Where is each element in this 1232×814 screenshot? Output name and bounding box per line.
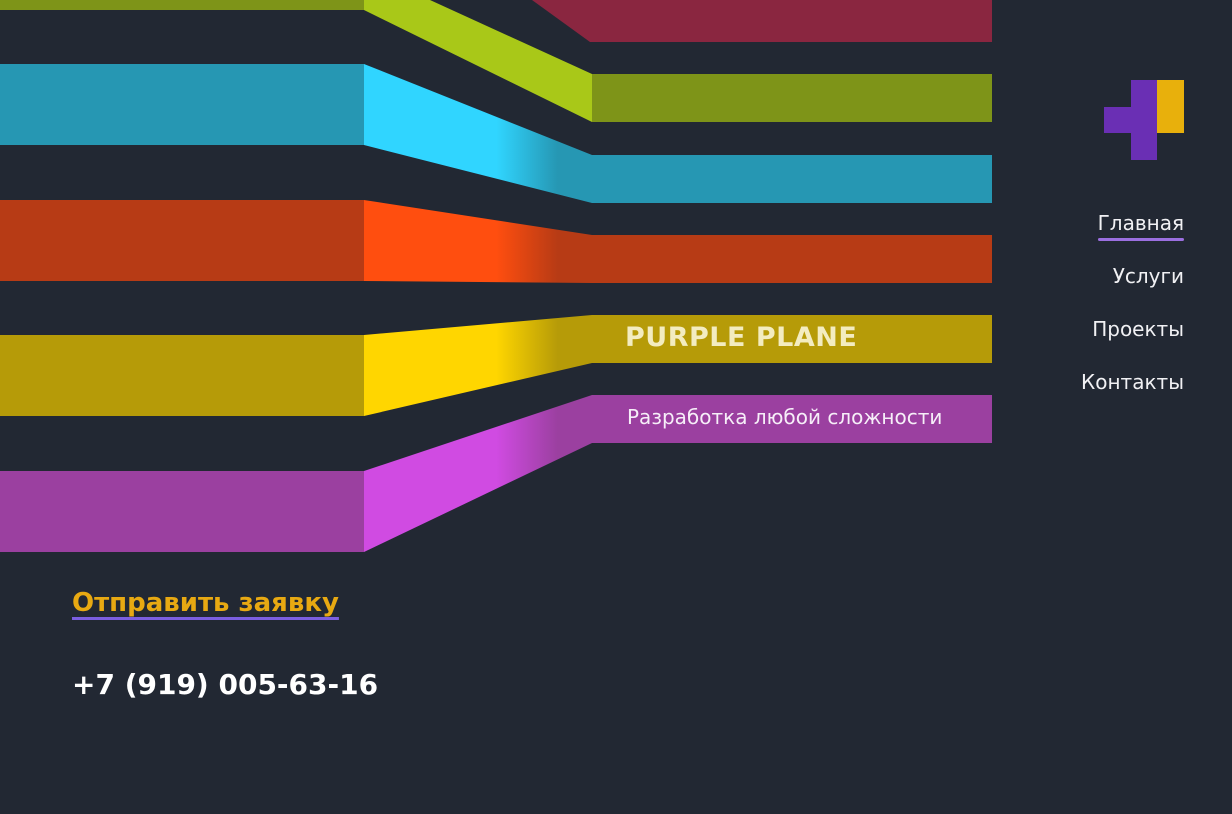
stripe-purple-left	[0, 471, 364, 552]
stripe-olive-right	[592, 74, 992, 122]
submit-request-link[interactable]: Отправить заявку	[72, 588, 339, 618]
stripe-crimson	[532, 0, 992, 42]
main-nav: Главная Услуги Проекты Контакты	[1081, 208, 1185, 420]
stripe-orange-slope	[364, 200, 592, 283]
brand-subtitle: Разработка любой сложности	[627, 405, 943, 429]
stripe-olive-left	[0, 0, 364, 10]
brand-logo-icon[interactable]	[1104, 80, 1184, 160]
nav-item-projects[interactable]: Проекты	[1092, 314, 1184, 367]
stripe-cyan-right	[592, 155, 992, 203]
stripe-yellow-left	[0, 335, 364, 416]
brand-title: PURPLE PLANE	[625, 322, 858, 353]
nav-item-home[interactable]: Главная	[1097, 208, 1185, 261]
phone-number[interactable]: +7 (919) 005-63-16	[72, 668, 378, 701]
stripe-cyan-left	[0, 64, 364, 145]
nav-item-contacts[interactable]: Контакты	[1081, 367, 1184, 420]
stripe-yellow-slope	[364, 315, 592, 416]
stripe-purple-slope	[364, 395, 592, 552]
stripe-orange-left	[0, 200, 364, 281]
stripe-orange-right	[592, 235, 992, 283]
nav-item-services[interactable]: Услуги	[1113, 261, 1184, 314]
